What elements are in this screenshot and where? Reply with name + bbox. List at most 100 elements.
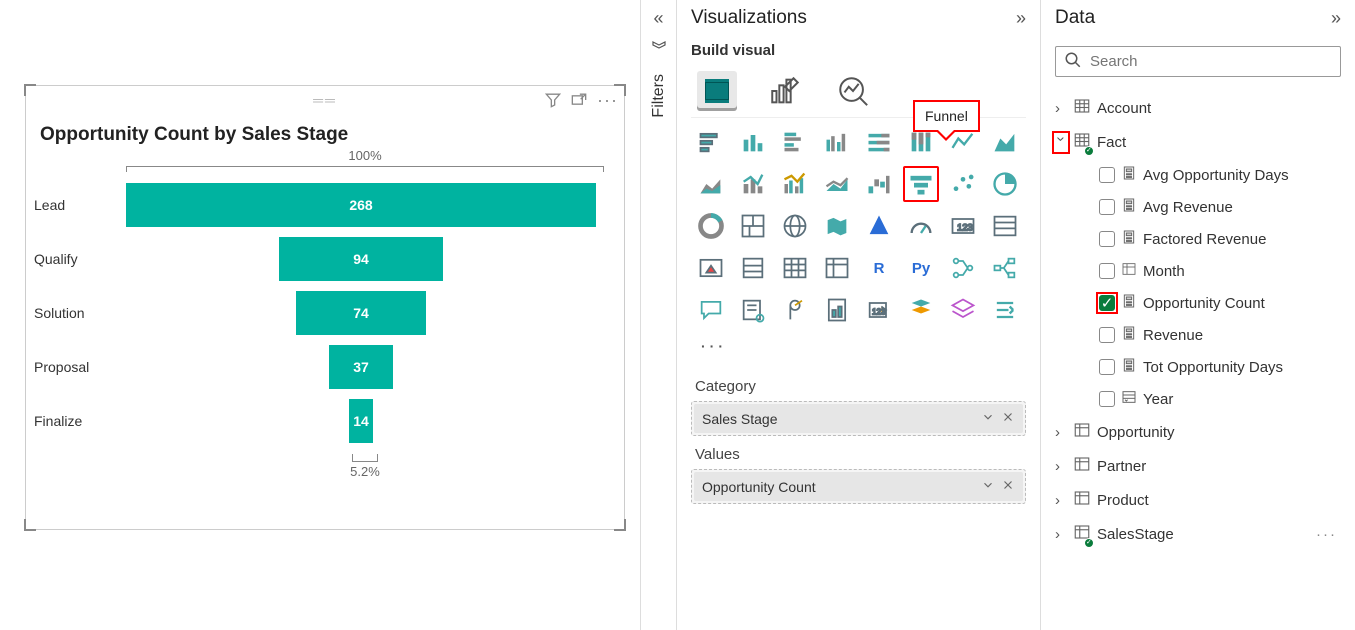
pie-chart-icon[interactable] [987, 166, 1023, 202]
field-revenue[interactable]: Revenue [1055, 319, 1341, 351]
filter-icon[interactable] [543, 90, 563, 113]
funnel-row[interactable]: Finalize14 [26, 394, 604, 448]
qa-visual-icon[interactable] [693, 292, 729, 328]
paginated-report-icon[interactable] [819, 292, 855, 328]
donut-chart-icon[interactable] [693, 208, 729, 244]
field-avg_opp_days[interactable]: Avg Opportunity Days [1055, 159, 1341, 191]
table-fact[interactable]: › Fact [1055, 125, 1341, 159]
map-icon[interactable] [777, 208, 813, 244]
values-field-chip[interactable]: Opportunity Count [694, 472, 1023, 501]
fields-search-input[interactable] [1088, 52, 1332, 71]
field-checkbox[interactable] [1099, 359, 1115, 375]
chevron-down-icon[interactable] [981, 478, 995, 495]
card-icon[interactable]: 123 [945, 208, 981, 244]
power-apps-icon[interactable]: 123 [861, 292, 897, 328]
kpi-icon[interactable] [693, 250, 729, 286]
category-field-chip[interactable]: Sales Stage [694, 404, 1023, 433]
table-account[interactable]: › Account [1055, 91, 1341, 125]
line-clustered-column-icon[interactable] [777, 166, 813, 202]
funnel-chart-icon[interactable] [903, 166, 939, 202]
field-avg_revenue[interactable]: Avg Revenue [1055, 191, 1341, 223]
funnel-bottom-label: 5.2% [350, 464, 380, 479]
build-visual-tab[interactable] [697, 71, 737, 111]
expand-filters-icon[interactable]: « [653, 8, 663, 29]
funnel-bar[interactable]: 268 [126, 183, 596, 227]
collapse-data-icon[interactable]: » [1331, 8, 1341, 29]
report-canvas[interactable]: ══ ··· Opportunity Count by Sales Stage … [0, 0, 640, 630]
field-opportunity_count[interactable]: ✓Opportunity Count [1055, 287, 1341, 319]
table-opportunity[interactable]: › Opportunity [1055, 415, 1341, 449]
field-month[interactable]: Month [1055, 255, 1341, 287]
format-visual-tab[interactable] [765, 71, 805, 111]
salesstage-more[interactable]: ··· [1316, 526, 1341, 543]
smart-narrative-icon[interactable] [735, 292, 771, 328]
decomposition-tree-icon[interactable] [987, 250, 1023, 286]
field-checkbox[interactable] [1099, 231, 1115, 247]
hundred-percent-bar-chart-icon[interactable] [861, 124, 897, 160]
slicer-icon[interactable] [735, 250, 771, 286]
filled-map-icon[interactable] [819, 208, 855, 244]
goals-icon[interactable] [777, 292, 813, 328]
azure-map-icon[interactable] [861, 208, 897, 244]
key-influencers-icon[interactable] [945, 250, 981, 286]
field-checkbox[interactable] [1099, 263, 1115, 279]
field-checkbox[interactable] [1099, 327, 1115, 343]
funnel-row[interactable]: Solution74 [26, 286, 604, 340]
get-more-visuals-icon[interactable] [987, 292, 1023, 328]
funnel-bar[interactable]: 94 [279, 237, 444, 281]
field-factored_revenue[interactable]: Factored Revenue [1055, 223, 1341, 255]
treemap-icon[interactable] [735, 208, 771, 244]
funnel-bar[interactable]: 37 [329, 345, 394, 389]
selection-handle-bl[interactable] [24, 519, 36, 531]
funnel-tooltip: Funnel [913, 100, 980, 132]
field-tot_opp_days[interactable]: Tot Opportunity Days [1055, 351, 1341, 383]
table-salesstage[interactable]: › SalesStage ··· [1055, 517, 1341, 551]
drag-handle-icon[interactable]: ══ [313, 92, 337, 108]
funnel-row[interactable]: Qualify94 [26, 232, 604, 286]
matrix-icon[interactable] [819, 250, 855, 286]
stacked-column-chart-icon[interactable] [735, 124, 771, 160]
filters-pane-collapsed[interactable]: « Filters [640, 0, 676, 630]
analytics-tab[interactable] [833, 71, 873, 111]
stacked-area-chart-icon[interactable] [693, 166, 729, 202]
app-source-icon[interactable] [945, 292, 981, 328]
gauge-icon[interactable] [903, 208, 939, 244]
table-partner[interactable]: › Partner [1055, 449, 1341, 483]
ribbon-chart-icon[interactable] [819, 166, 855, 202]
multi-row-card-icon[interactable] [987, 208, 1023, 244]
table-visual-icon[interactable] [777, 250, 813, 286]
fields-search[interactable] [1055, 46, 1341, 77]
field-checkbox[interactable] [1099, 167, 1115, 183]
python-visual-icon[interactable]: Py [903, 250, 939, 286]
collapse-visualizations-icon[interactable]: » [1016, 8, 1026, 29]
power-automate-icon[interactable] [903, 292, 939, 328]
line-stacked-column-icon[interactable] [735, 166, 771, 202]
funnel-bar[interactable]: 74 [296, 291, 426, 335]
funnel-bar[interactable]: 14 [349, 399, 374, 443]
selection-handle-tl[interactable] [24, 84, 36, 96]
visual-more-options[interactable]: ··· [595, 90, 620, 113]
field-checkbox[interactable] [1099, 391, 1115, 407]
focus-mode-icon[interactable] [569, 90, 589, 113]
area-chart-icon[interactable] [987, 124, 1023, 160]
field-year[interactable]: Year [1055, 383, 1341, 415]
remove-field-icon[interactable] [1001, 478, 1015, 495]
clustered-column-chart-icon[interactable] [819, 124, 855, 160]
gallery-more[interactable]: ··· [691, 332, 1026, 368]
field-checkbox[interactable] [1099, 199, 1115, 215]
clustered-bar-chart-icon[interactable] [777, 124, 813, 160]
category-well[interactable]: Sales Stage [691, 401, 1026, 436]
funnel-row[interactable]: Proposal37 [26, 340, 604, 394]
r-visual-icon[interactable]: R [861, 250, 897, 286]
field-checkbox[interactable]: ✓ [1099, 295, 1115, 311]
stacked-bar-chart-icon[interactable] [693, 124, 729, 160]
remove-field-icon[interactable] [1001, 410, 1015, 427]
chevron-down-icon[interactable] [981, 410, 995, 427]
scatter-chart-icon[interactable] [945, 166, 981, 202]
selection-handle-br[interactable] [614, 519, 626, 531]
funnel-row[interactable]: Lead268 [26, 178, 604, 232]
funnel-visual[interactable]: ══ ··· Opportunity Count by Sales Stage … [25, 85, 625, 530]
table-product[interactable]: › Product [1055, 483, 1341, 517]
waterfall-chart-icon[interactable] [861, 166, 897, 202]
values-well[interactable]: Opportunity Count [691, 469, 1026, 504]
